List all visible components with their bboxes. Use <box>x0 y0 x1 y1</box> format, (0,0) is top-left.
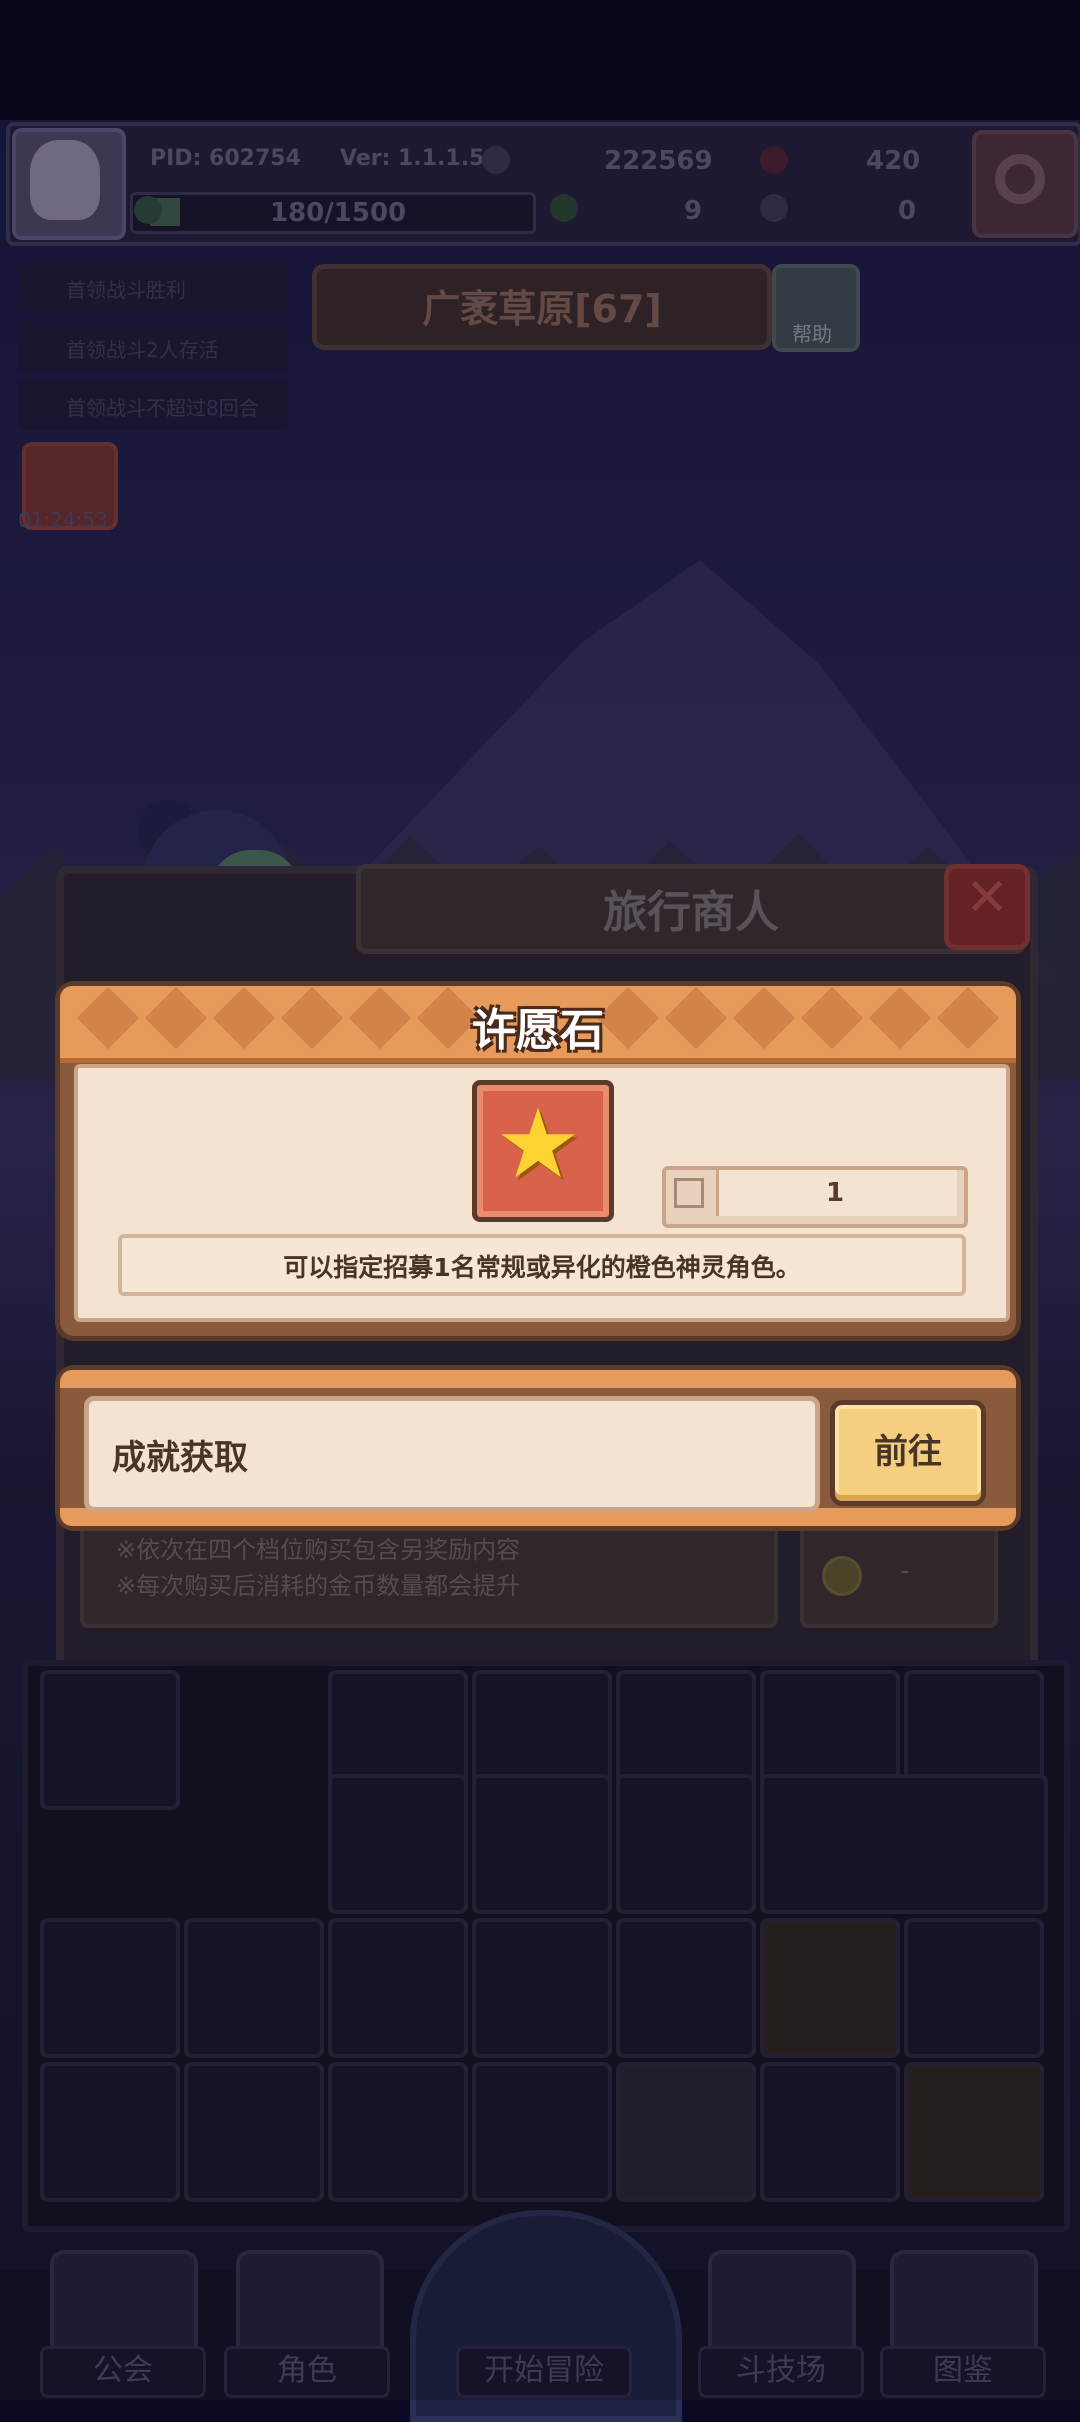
star-icon: ★ <box>494 1088 582 1200</box>
item-description: 可以指定招募1名常规或异化的橙色神灵角色。 <box>283 1253 801 1282</box>
source-dialog-top-trim <box>60 1370 1016 1388</box>
quantity-value: 1 <box>825 1178 845 1208</box>
bag-icon <box>674 1178 704 1208</box>
item-dialog-title: 许愿石 <box>472 1005 604 1056</box>
go-button-label: 前往 <box>874 1432 942 1472</box>
source-label: 成就获取 <box>112 1438 248 1478</box>
